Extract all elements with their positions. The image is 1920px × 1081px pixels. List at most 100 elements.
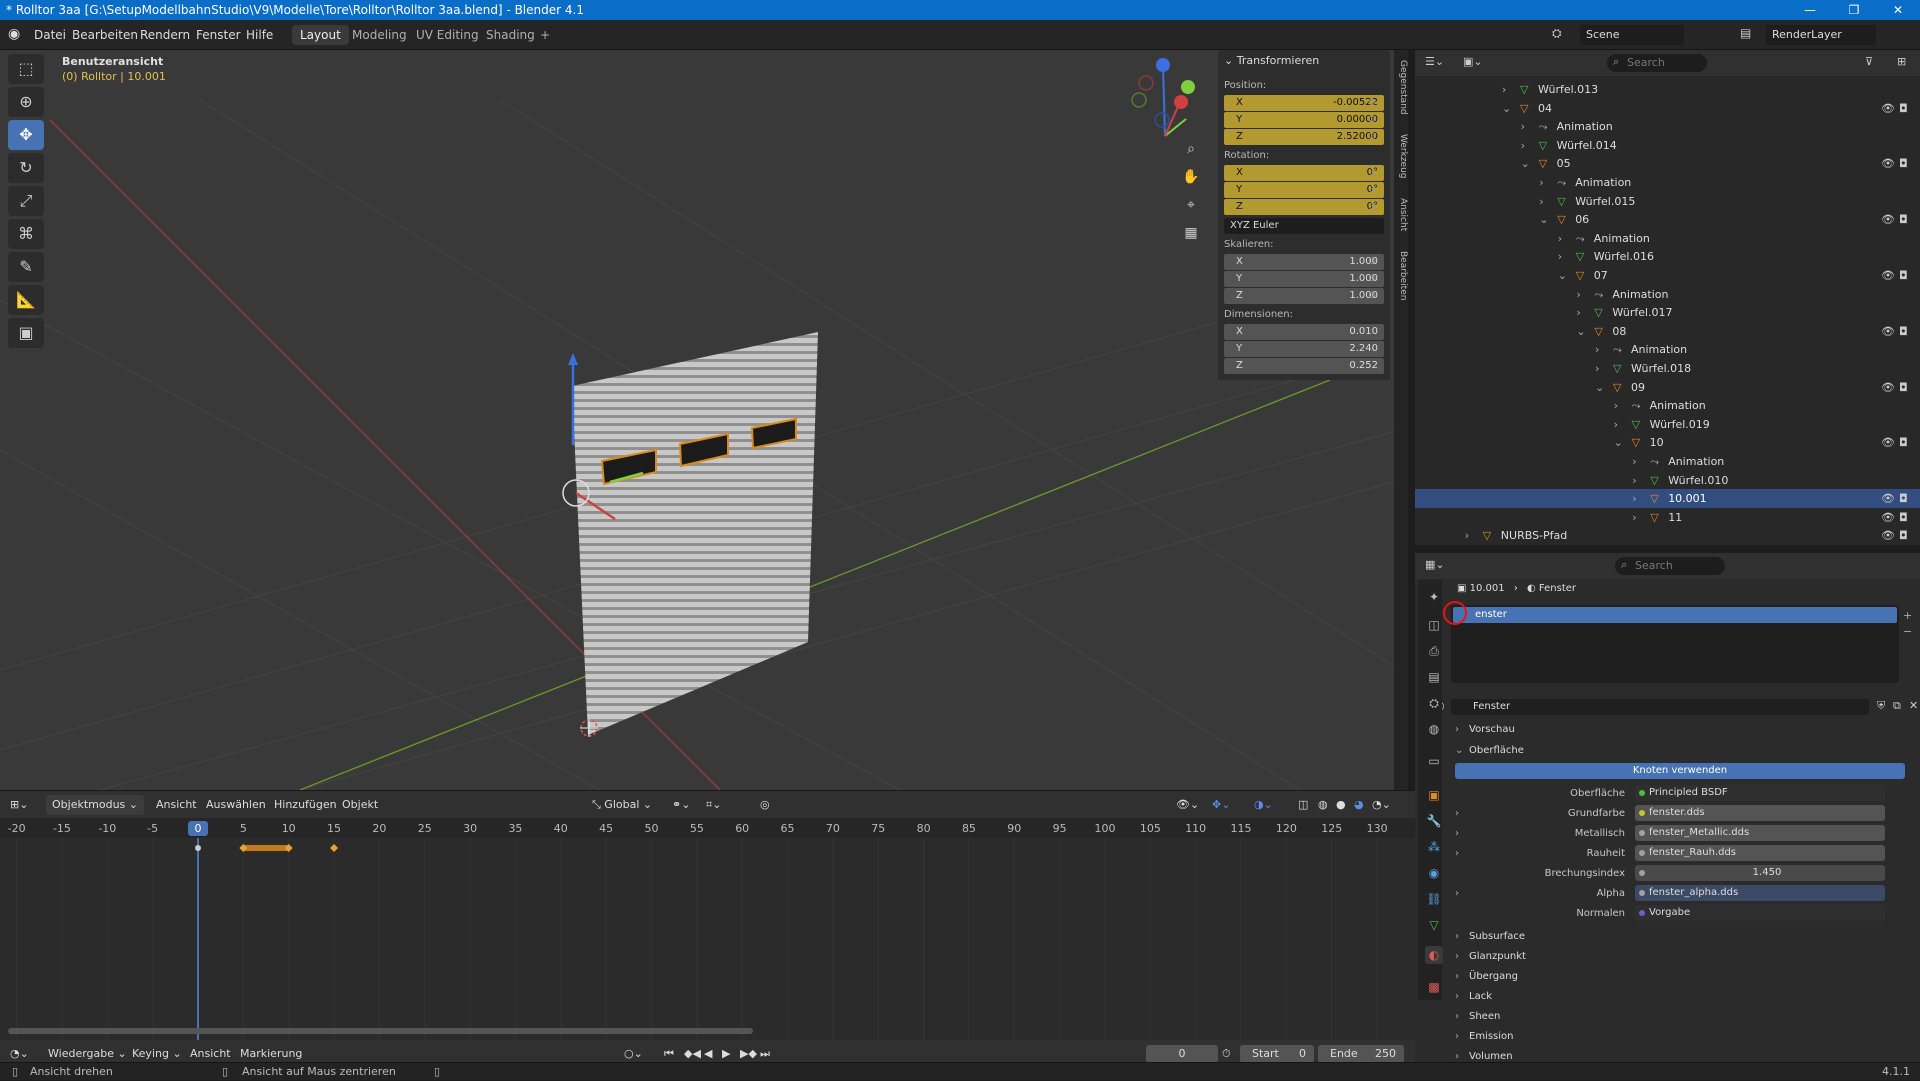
output-icon[interactable]: ⎙ <box>1425 642 1443 660</box>
lock-icon[interactable]: ⊙ <box>1368 97 1376 108</box>
lock-icon[interactable]: ⊙ <box>1368 184 1376 195</box>
subsection-2[interactable]: › Übergang <box>1415 968 1920 986</box>
menu-objekt[interactable]: Objekt <box>342 791 378 819</box>
outliner-row[interactable]: ⌄ ▽ 07 👁 ◘ <box>1415 266 1920 285</box>
add-slot-icon[interactable]: + <box>1903 609 1912 622</box>
outliner-row[interactable]: › ⤳ Animation <box>1415 229 1920 248</box>
tab-uv-editing[interactable]: UV Editing <box>408 25 487 45</box>
material-slot-list[interactable]: enster <box>1443 601 1899 683</box>
outliner-row[interactable]: › ▽ Würfel.016 <box>1415 247 1920 266</box>
menu-fenster[interactable]: Fenster <box>196 20 241 50</box>
fake-user-icon[interactable]: ⛨ <box>1877 699 1885 713</box>
visibility-eye-icon[interactable]: 👁 <box>1881 526 1895 545</box>
chevron-right-icon[interactable]: › <box>1465 526 1469 545</box>
render-camera-icon[interactable]: ◘ <box>1899 433 1908 452</box>
property-field[interactable]: fenster_Metallic.dds <box>1635 825 1885 841</box>
material-shading-icon[interactable]: ◕ <box>1354 791 1364 819</box>
transform-icon[interactable]: ⌘ <box>8 219 44 249</box>
start-frame-field[interactable]: Start 0 <box>1240 1045 1314 1063</box>
material-name-field[interactable]: Fenster <box>1451 699 1869 715</box>
outliner-row[interactable]: › ▽ 10.001 👁 ◘ <box>1415 489 1920 509</box>
render-camera-icon[interactable]: ◘ <box>1899 489 1908 508</box>
editor-type-icon[interactable]: ☰⌄ <box>1425 55 1444 68</box>
rotation-mode-dropdown[interactable]: XYZ Euler <box>1224 218 1384 234</box>
ortho-grid-icon[interactable]: ▦ <box>1180 219 1202 247</box>
menu-ansicht[interactable]: Ansicht <box>156 791 197 819</box>
outliner-row[interactable]: › ▽ Würfel.015 <box>1415 192 1920 211</box>
visibility-eye-icon[interactable]: 👁 <box>1881 99 1895 118</box>
outliner-row[interactable]: ⌄ ▽ 10 👁 ◘ <box>1415 433 1920 452</box>
lock-icon[interactable]: ⊙ <box>1368 273 1376 284</box>
scale-z-field[interactable]: Z 1.000 <box>1224 288 1384 304</box>
chevron-down-icon[interactable]: ⌄ <box>1502 99 1511 118</box>
outliner-row[interactable]: ⌄ ▽ 08 👁 ◘ <box>1415 322 1920 341</box>
chevron-right-icon[interactable]: › <box>1595 340 1599 359</box>
position-z-field[interactable]: Z 2.52000 <box>1224 129 1384 145</box>
render-camera-icon[interactable]: ◘ <box>1899 154 1908 173</box>
rotate-icon[interactable]: ↻ <box>8 153 44 183</box>
navigation-gizmo[interactable] <box>1131 58 1195 137</box>
close-button[interactable]: ✕ <box>1876 0 1920 20</box>
visibility-eye-icon[interactable]: 👁 <box>1881 433 1895 452</box>
outliner-row[interactable]: › ⤳ Animation <box>1415 173 1920 192</box>
subsection-1[interactable]: › Glanzpunkt <box>1415 948 1920 966</box>
chevron-right-icon[interactable]: › <box>1576 303 1580 322</box>
editor-type-icon[interactable]: ▦⌄ <box>1425 558 1445 571</box>
view-layer-icon[interactable]: ▤ <box>1425 668 1443 686</box>
chevron-right-icon[interactable]: › <box>1455 845 1459 863</box>
menu-bearbeiten[interactable]: Bearbeiten <box>72 20 138 50</box>
chevron-right-icon[interactable]: › <box>1455 825 1459 843</box>
outliner-row[interactable]: › ▽ Würfel.010 <box>1415 471 1920 490</box>
rendered-shading-icon[interactable]: ◔⌄ <box>1372 791 1391 819</box>
chevron-right-icon[interactable]: › <box>1614 415 1618 434</box>
measure-icon[interactable]: 📐 <box>8 285 44 315</box>
add-cube-icon[interactable]: ▣ <box>8 318 44 348</box>
outliner-row[interactable]: › ▽ Würfel.013 <box>1415 80 1920 99</box>
move-icon[interactable]: ✥ <box>8 120 44 150</box>
scene-icon[interactable]: ⛭ <box>1552 26 1572 44</box>
subsection-4[interactable]: › Sheen <box>1415 1008 1920 1026</box>
chevron-down-icon[interactable]: ⌄ <box>1521 154 1530 173</box>
orientation-dropdown[interactable]: ⤡ Global ⌄ <box>592 791 652 819</box>
outliner-row[interactable]: › ⤳ Animation <box>1415 396 1920 415</box>
texture-icon[interactable]: ▩ <box>1425 978 1443 996</box>
outliner-row[interactable]: › ▽ Würfel.018 <box>1415 359 1920 378</box>
outliner-row[interactable]: › ▽ NURBS-Pfad 👁 ◘ <box>1415 526 1920 545</box>
section-preview[interactable]: › Vorschau <box>1415 721 1920 739</box>
new-collection-icon[interactable]: ⊞ <box>1897 55 1906 68</box>
wireframe-shading-icon[interactable]: ◍ <box>1318 791 1328 819</box>
tab-gegenstand[interactable]: Gegenstand <box>1394 54 1408 120</box>
tab-werkzeug[interactable]: Werkzeug <box>1394 128 1408 184</box>
chevron-right-icon[interactable]: › <box>1595 359 1599 378</box>
scene-icon[interactable]: ⛭ <box>1425 694 1443 712</box>
rotation-y-field[interactable]: Y 0° <box>1224 182 1384 198</box>
render-camera-icon[interactable]: ◘ <box>1899 266 1908 285</box>
keyframe-hold-bar[interactable] <box>243 845 289 851</box>
menu-auswaehlen[interactable]: Auswählen <box>206 791 266 819</box>
filter-icon[interactable]: ⊽ <box>1865 55 1873 68</box>
material-tab-icon[interactable]: ◐ <box>1425 946 1443 964</box>
chevron-right-icon[interactable]: › <box>1521 136 1525 155</box>
dimension-z-field[interactable]: Z 0.252 <box>1224 358 1384 374</box>
lock-icon[interactable]: ⊙ <box>1368 201 1376 212</box>
xray-icon[interactable]: ◫ <box>1298 791 1308 819</box>
chevron-down-icon[interactable]: ⌄ <box>1558 266 1567 285</box>
chevron-right-icon[interactable]: › <box>1521 117 1525 136</box>
view-layer-icon[interactable]: ▤ <box>1740 26 1760 44</box>
scale-icon[interactable]: ⤢ <box>8 186 44 216</box>
summary-keyframe[interactable] <box>195 845 201 851</box>
menu-hinzufuegen[interactable]: Hinzufügen <box>274 791 337 819</box>
visibility-eye-icon[interactable]: 👁 <box>1881 154 1895 173</box>
chevron-right-icon[interactable]: › <box>1558 229 1562 248</box>
outliner-row[interactable]: › ▽ Würfel.017 <box>1415 303 1920 322</box>
chevron-down-icon[interactable]: ⌄ <box>1614 433 1623 452</box>
menu-hilfe[interactable]: Hilfe <box>246 20 273 50</box>
timeline[interactable]: -20 -15 -10 -5 0 5 10 15 20 25 30 35 40 45 50 55 60 65 70 7… <box>0 818 1415 1048</box>
chevron-right-icon[interactable]: › <box>1455 805 1459 823</box>
dimension-y-field[interactable]: Y 2.240 <box>1224 341 1384 357</box>
world-icon[interactable]: ◍ <box>1425 720 1443 738</box>
tab-layout[interactable]: Layout <box>292 25 349 45</box>
lock-icon[interactable]: ⊙ <box>1368 131 1376 142</box>
solid-shading-icon[interactable]: ● <box>1336 791 1346 819</box>
properties-search-input[interactable]: Search <box>1615 557 1725 575</box>
